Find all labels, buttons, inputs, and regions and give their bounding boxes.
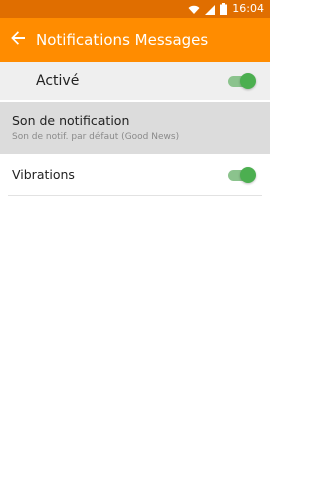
page-title: Notifications Messages [36,31,209,49]
app-bar: Notifications Messages [0,18,270,62]
arrow-left-icon [10,30,26,50]
notification-sound-title: Son de notification [12,113,130,128]
notification-sound-item[interactable]: Son de notification Son de notif. par dé… [0,102,270,154]
status-icons: 16:04 [188,2,264,16]
status-time: 16:04 [232,2,264,15]
notification-sound-subtitle: Son de notif. par défaut (Good News) [12,132,180,142]
master-switch-row[interactable]: Activé [0,62,270,100]
battery-icon [220,0,228,19]
divider [8,195,262,196]
master-toggle[interactable] [228,72,256,90]
master-switch-label: Activé [36,73,80,89]
vibrations-item[interactable]: Vibrations [0,155,270,195]
toggle-thumb [240,167,256,183]
vibrations-toggle[interactable] [228,166,256,184]
back-button[interactable] [1,18,35,62]
toggle-thumb [240,73,256,89]
status-bar: 16:04 [0,0,270,18]
vibrations-label: Vibrations [12,167,75,182]
signal-icon [205,0,216,19]
wifi-icon [188,0,200,19]
